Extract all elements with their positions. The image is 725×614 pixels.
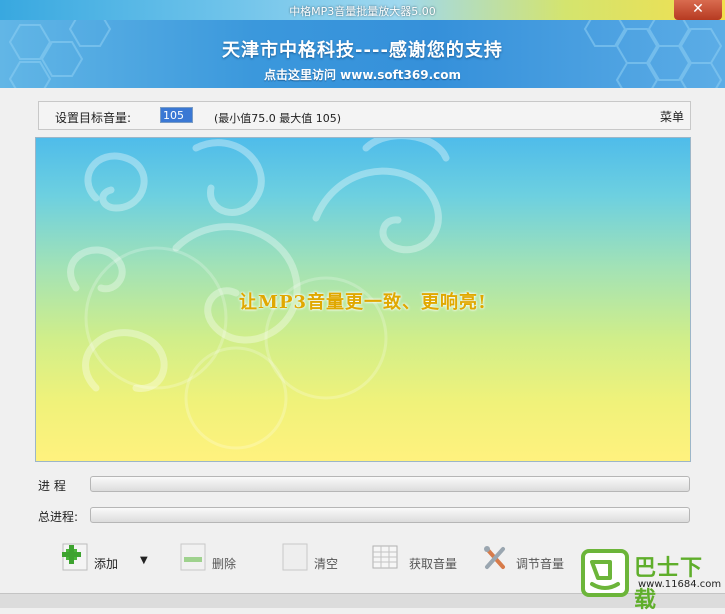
clear-label: 清空	[314, 557, 339, 571]
slogan-text: 让MP3音量更一致、更响亮!	[239, 292, 487, 313]
menu-button[interactable]: 菜单	[660, 108, 684, 125]
delete-icon	[180, 543, 206, 571]
delete-label: 删除	[212, 557, 237, 571]
window-title: 中格MP3音量批量放大器5.00	[289, 5, 436, 18]
total-progress-bar	[90, 507, 690, 523]
progress-bar	[90, 476, 690, 492]
title-bar: 中格MP3音量批量放大器5.00 ✕	[0, 0, 725, 20]
target-volume-input[interactable]	[160, 107, 193, 123]
settings-bar: 设置目标音量: (最小值75.0 最大值 105) 菜单	[38, 101, 691, 130]
add-button[interactable]: 添加 ▼	[62, 535, 158, 583]
volume-range-text: (最小值75.0 最大值 105)	[214, 112, 342, 125]
adjust-volume-button[interactable]: 调节音量	[482, 535, 582, 583]
website-link[interactable]: 点击这里访问 www.soft369.com	[0, 66, 725, 83]
clear-icon	[282, 543, 308, 571]
banner-title: 天津市中格科技----感谢您的支持	[222, 40, 503, 61]
total-progress-label: 总进程:	[38, 510, 79, 524]
chevron-down-icon[interactable]: ▼	[140, 555, 148, 566]
watermark: 巴士下载 www.11684.com	[580, 546, 725, 613]
watermark-logo-icon	[581, 549, 629, 597]
watermark-url: www.11684.com	[638, 579, 722, 590]
delete-button[interactable]: 删除	[180, 535, 260, 583]
clear-button[interactable]: 清空	[282, 535, 362, 583]
get-volume-label: 获取音量	[409, 557, 458, 571]
progress-label: 进 程	[38, 479, 66, 493]
file-list-panel[interactable]: 让MP3音量更一致、更响亮!	[35, 137, 691, 462]
get-volume-button[interactable]: 获取音量	[372, 535, 472, 583]
spreadsheet-icon	[372, 545, 398, 569]
banner[interactable]: 天津市中格科技----感谢您的支持 点击这里访问 www.soft369.com	[0, 20, 725, 88]
add-icon	[62, 543, 88, 571]
add-label: 添加	[94, 557, 119, 571]
target-volume-label: 设置目标音量:	[55, 111, 132, 125]
adjust-volume-label: 调节音量	[516, 557, 565, 571]
tools-icon	[484, 546, 505, 569]
close-button[interactable]: ✕	[674, 0, 722, 20]
